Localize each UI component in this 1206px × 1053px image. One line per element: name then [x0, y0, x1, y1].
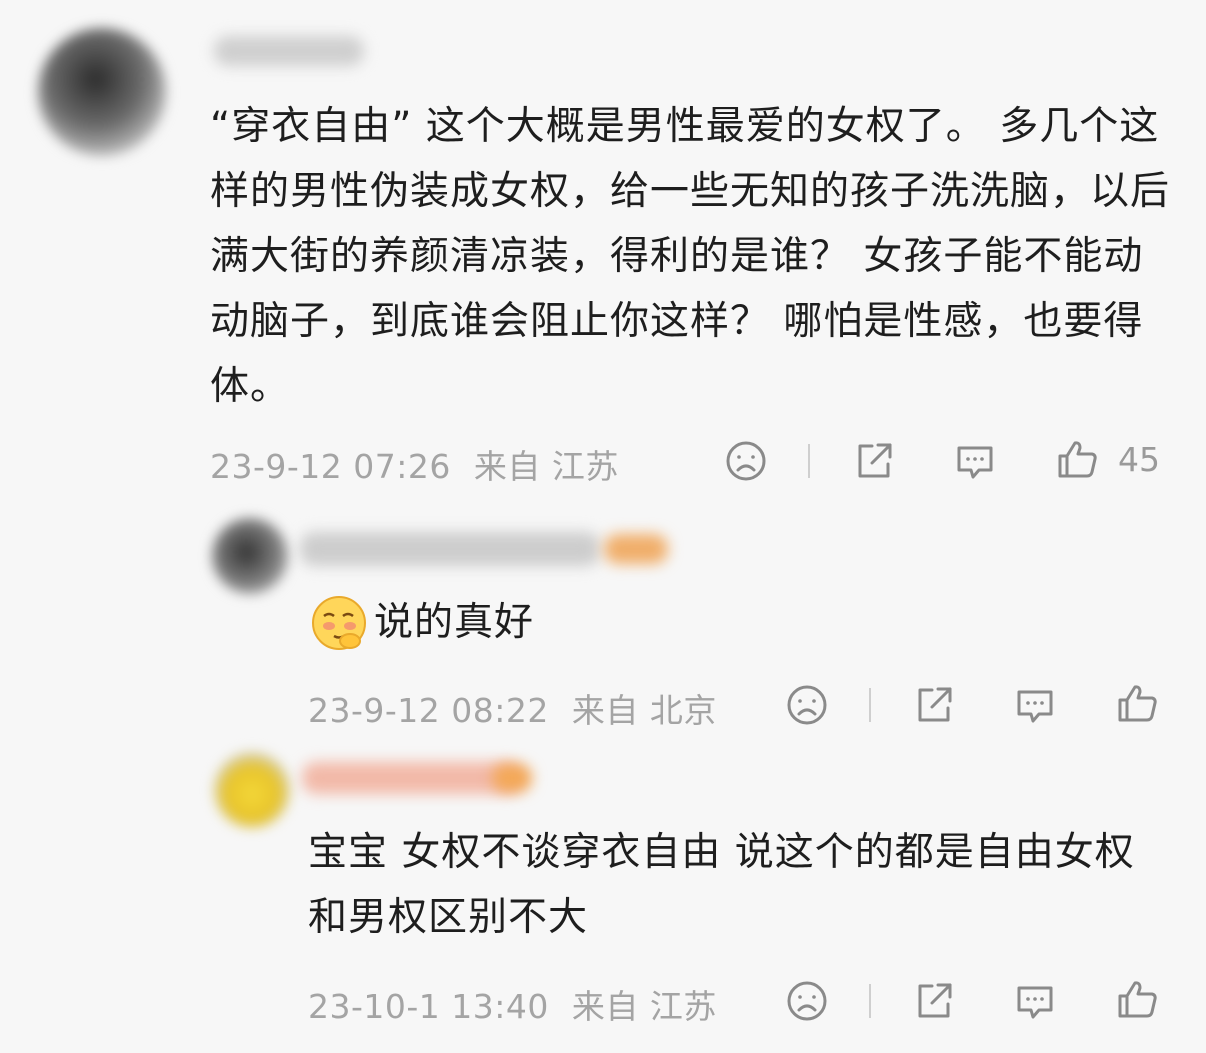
user-badge-blurred [492, 764, 532, 792]
comment-meta: 23-9-12 07:26 来自 江苏 [210, 440, 619, 488]
reply-text: 说的真好 [374, 600, 535, 645]
comment-time: 23-9-12 07:26 [210, 447, 451, 486]
thumbs-up-icon[interactable] [1056, 438, 1100, 482]
comment-icon[interactable] [953, 440, 997, 484]
comment-icon[interactable] [1013, 980, 1057, 1024]
reply-text: 宝宝 女权不谈穿衣自由 说这个的都是自由女权 和男权区别不大 [308, 830, 1135, 940]
sad-face-icon[interactable] [724, 439, 768, 483]
comment-meta: 23-10-1 13:40 来自 江苏 [308, 980, 717, 1028]
comment-text: “穿衣自由” 这个大概是男性最爱的女权了。 多几个这样的男性伪装成女权，给一些无… [210, 104, 1171, 409]
share-icon[interactable] [912, 683, 956, 727]
comment-location: 来自 北京 [571, 691, 717, 730]
comment-time: 23-10-1 13:40 [308, 987, 549, 1026]
username-blurred[interactable] [214, 36, 364, 66]
share-icon[interactable] [852, 439, 896, 483]
thumbs-up-icon[interactable] [1116, 682, 1160, 726]
comment-location: 来自 江苏 [571, 987, 717, 1026]
comment-meta: 23-9-12 08:22 来自 北京 [308, 684, 717, 732]
avatar[interactable] [214, 752, 290, 828]
user-badge-blurred [604, 534, 668, 564]
sad-face-icon[interactable] [785, 683, 829, 727]
sad-face-icon[interactable] [785, 979, 829, 1023]
username-blurred[interactable] [302, 762, 522, 794]
divider [869, 688, 871, 722]
shy-emoji-icon [310, 594, 368, 652]
username-blurred[interactable] [300, 532, 600, 566]
avatar[interactable] [38, 28, 166, 156]
like-count: 45 [1118, 440, 1160, 479]
thumbs-up-icon[interactable] [1116, 978, 1160, 1022]
divider [808, 444, 810, 478]
divider [869, 984, 871, 1018]
comment-icon[interactable] [1013, 684, 1057, 728]
comment-time: 23-9-12 08:22 [308, 691, 549, 730]
comment-location: 来自 江苏 [473, 447, 619, 486]
share-icon[interactable] [912, 979, 956, 1023]
avatar[interactable] [212, 518, 288, 594]
